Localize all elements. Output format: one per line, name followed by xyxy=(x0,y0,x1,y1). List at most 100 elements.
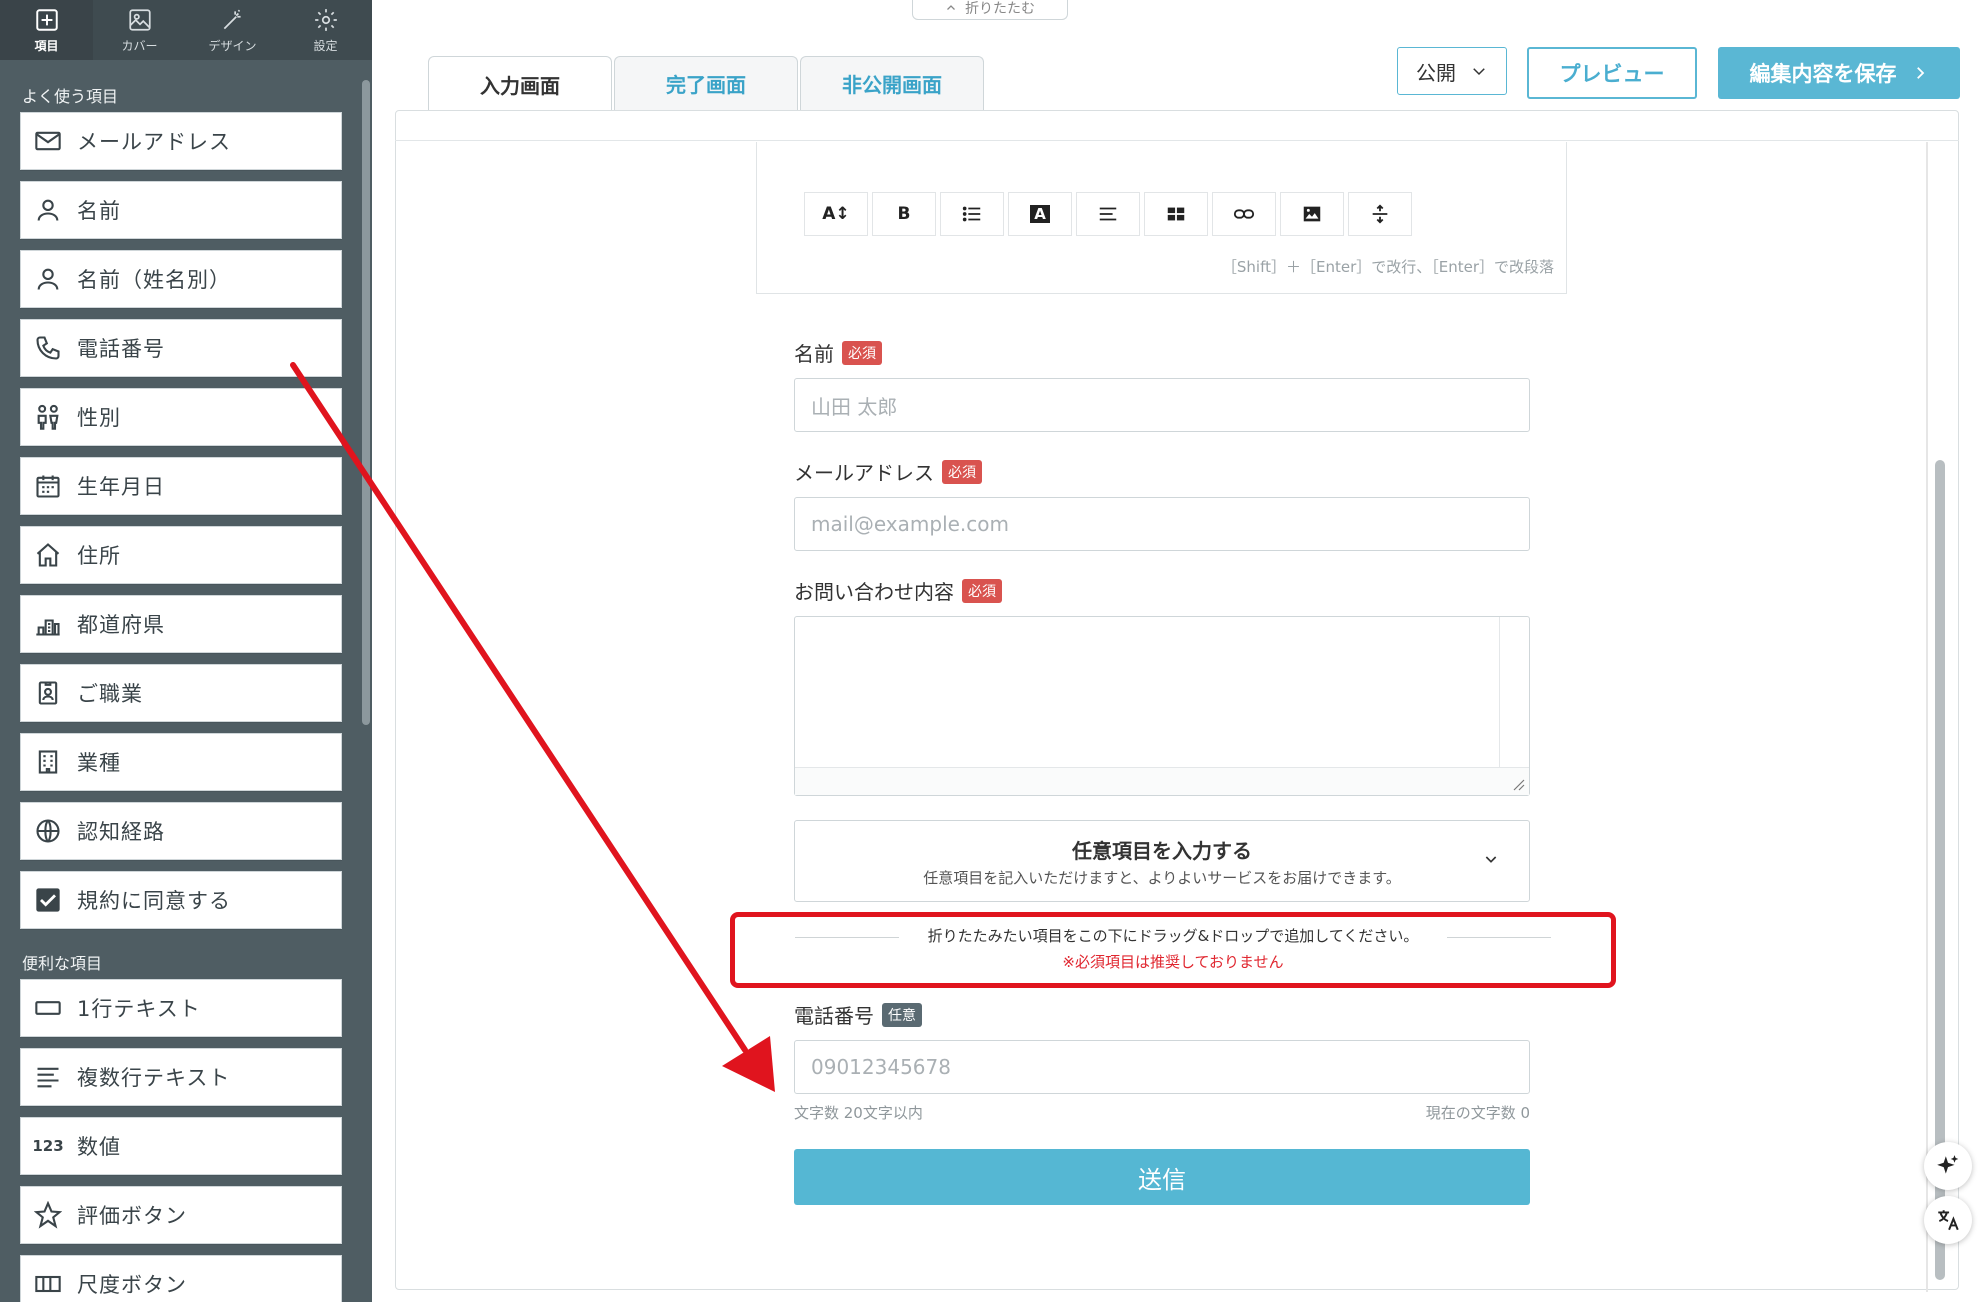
tab-input[interactable]: 入力画面 xyxy=(428,56,612,112)
sidebar-item-label: 認知経路 xyxy=(77,820,165,844)
editor-hint: ［Shift］＋［Enter］で改行、［Enter］で改段落 xyxy=(1221,258,1554,276)
sidebar-item-label: 複数行テキスト xyxy=(77,1066,231,1090)
multi-line-icon xyxy=(33,1062,63,1092)
calendar-icon xyxy=(33,471,63,501)
textarea-scrollbar[interactable] xyxy=(1499,617,1529,767)
phone-field-label: 電話番号 任意 xyxy=(794,1000,922,1029)
plus-square-icon xyxy=(35,8,58,31)
email-input[interactable]: mail@example.com xyxy=(794,497,1530,551)
sidebar-tab-cover[interactable]: カバー xyxy=(93,0,186,60)
optional-fields-accordion[interactable]: 任意項目を入力する 任意項目を記入いただけますと、よりよいサービスをお届けできま… xyxy=(794,820,1530,902)
id-badge-icon xyxy=(33,678,63,708)
preview-button[interactable]: プレビュー xyxy=(1527,47,1697,99)
sidebar-tab-label: カバー xyxy=(121,38,158,53)
chevron-down-icon xyxy=(1485,856,1497,863)
sidebar-item-industry[interactable]: 業種 xyxy=(20,733,342,791)
drop-zone-highlight: 折りたたみたい項目をこの下にドラッグ&ドロップで追加してください。 ※必須項目は… xyxy=(730,912,1616,988)
sidebar-item-label: 業種 xyxy=(77,751,121,775)
tab-private[interactable]: 非公開画面 xyxy=(800,56,984,110)
sidebar-item-multi-line[interactable]: 複数行テキスト xyxy=(20,1048,342,1106)
align-icon[interactable] xyxy=(1076,192,1140,236)
star-icon xyxy=(33,1200,63,1230)
sidebar-item-label: メールアドレス xyxy=(77,130,231,154)
sidebar-item-label: 名前 xyxy=(77,199,121,223)
sidebar-item-prefecture[interactable]: 都道府県 xyxy=(20,595,342,653)
sidebar-item-occupation[interactable]: ご職業 xyxy=(20,664,342,722)
image-icon[interactable] xyxy=(1280,192,1344,236)
sidebar-item-label: 住所 xyxy=(77,544,121,568)
sidebar-item-single-line[interactable]: 1行テキスト xyxy=(20,979,342,1037)
required-badge: 必須 xyxy=(962,578,1002,603)
sidebar-item-address[interactable]: 住所 xyxy=(20,526,342,584)
sidebar-item-awareness[interactable]: 認知経路 xyxy=(20,802,342,860)
sidebar-item-phone[interactable]: 電話番号 xyxy=(20,319,342,377)
link-icon[interactable] xyxy=(1212,192,1276,236)
translate-button[interactable] xyxy=(1924,1196,1972,1244)
sidebar-tab-settings[interactable]: 設定 xyxy=(279,0,372,60)
sidebar-tab-items[interactable]: 項目 xyxy=(0,0,93,60)
ai-sparkle-button[interactable] xyxy=(1924,1142,1972,1190)
sidebar-item-name-split[interactable]: 名前（姓名別） xyxy=(20,250,342,308)
sidebar-item-scale[interactable]: 尺度ボタン xyxy=(20,1255,342,1302)
building-icon xyxy=(33,747,63,777)
sidebar-item-gender[interactable]: 性別 xyxy=(20,388,342,446)
phone-icon xyxy=(33,333,63,363)
email-label-text: メールアドレス xyxy=(794,461,934,485)
name-input[interactable]: 山田 太郎 xyxy=(794,378,1530,432)
phone-input[interactable]: 09012345678 xyxy=(794,1040,1530,1094)
sidebar-item-label: 都道府県 xyxy=(77,613,165,637)
sidebar-item-label: 性別 xyxy=(77,406,121,430)
save-button-label: 編集内容を保存 xyxy=(1749,62,1897,86)
save-button[interactable]: 編集内容を保存 xyxy=(1718,47,1960,99)
inquiry-field-label: お問い合わせ内容 必須 xyxy=(794,576,1002,605)
spacing-icon[interactable] xyxy=(1348,192,1412,236)
sidebar-item-terms[interactable]: 規約に同意する xyxy=(20,871,342,929)
char-count-text: 現在の文字数 0 xyxy=(1425,1104,1530,1122)
sidebar-item-label: 生年月日 xyxy=(77,475,165,499)
sidebar-tab-label: デザイン xyxy=(208,38,257,53)
inquiry-label-text: お問い合わせ内容 xyxy=(794,580,954,604)
textarea-footer xyxy=(795,767,1529,795)
image-icon xyxy=(128,8,151,31)
required-badge: 必須 xyxy=(942,459,982,484)
canvas-divider xyxy=(395,140,1959,141)
tab-complete[interactable]: 完了画面 xyxy=(614,56,798,110)
mail-icon xyxy=(33,126,63,156)
sidebar-item-birthday[interactable]: 生年月日 xyxy=(20,457,342,515)
sidebar-item-label: 尺度ボタン xyxy=(77,1273,187,1297)
resize-grip-icon[interactable] xyxy=(1511,777,1525,791)
sidebar-item-label: 1行テキスト xyxy=(77,997,201,1021)
name-label-text: 名前 xyxy=(794,342,834,366)
table-icon[interactable] xyxy=(1144,192,1208,236)
number-icon: 123 xyxy=(32,1131,64,1161)
submit-button[interactable]: 送信 xyxy=(794,1149,1530,1205)
sidebar-scrollbar[interactable] xyxy=(362,80,370,725)
sidebar-tab-label: 項目 xyxy=(34,38,59,53)
optional-title: 任意項目を入力する xyxy=(1072,839,1252,863)
sidebar-item-name[interactable]: 名前 xyxy=(20,181,342,239)
sidebar-tab-label: 設定 xyxy=(313,38,338,53)
email-field-label: メールアドレス 必須 xyxy=(794,457,982,486)
publish-status-select[interactable]: 公開 xyxy=(1397,47,1507,95)
font-size-icon[interactable]: A↕ xyxy=(804,192,868,236)
city-icon xyxy=(33,609,63,639)
person-icon xyxy=(33,264,63,294)
bold-icon[interactable]: B xyxy=(872,192,936,236)
optional-description: 任意項目を記入いただけますと、よりよいサービスをお届けできます。 xyxy=(923,869,1401,887)
optional-badge: 任意 xyxy=(882,1002,922,1027)
sidebar-item-rating[interactable]: 評価ボタン xyxy=(20,1186,342,1244)
text-color-icon[interactable]: A xyxy=(1008,192,1072,236)
globe-icon xyxy=(33,816,63,846)
checkbox-icon xyxy=(33,885,63,915)
single-line-icon xyxy=(33,993,63,1023)
sidebar-item-email[interactable]: メールアドレス xyxy=(20,112,342,170)
number-glyph: 123 xyxy=(32,1137,64,1155)
sidebar-item-number[interactable]: 123 数値 xyxy=(20,1117,342,1175)
phone-label-text: 電話番号 xyxy=(794,1004,874,1028)
collapse-tab[interactable]: 折りたたむ xyxy=(912,0,1068,20)
inquiry-textarea[interactable] xyxy=(794,616,1530,796)
list-icon[interactable] xyxy=(940,192,1004,236)
sidebar-tab-design[interactable]: デザイン xyxy=(186,0,279,60)
magic-wand-icon xyxy=(223,9,241,29)
required-badge: 必須 xyxy=(842,340,882,365)
